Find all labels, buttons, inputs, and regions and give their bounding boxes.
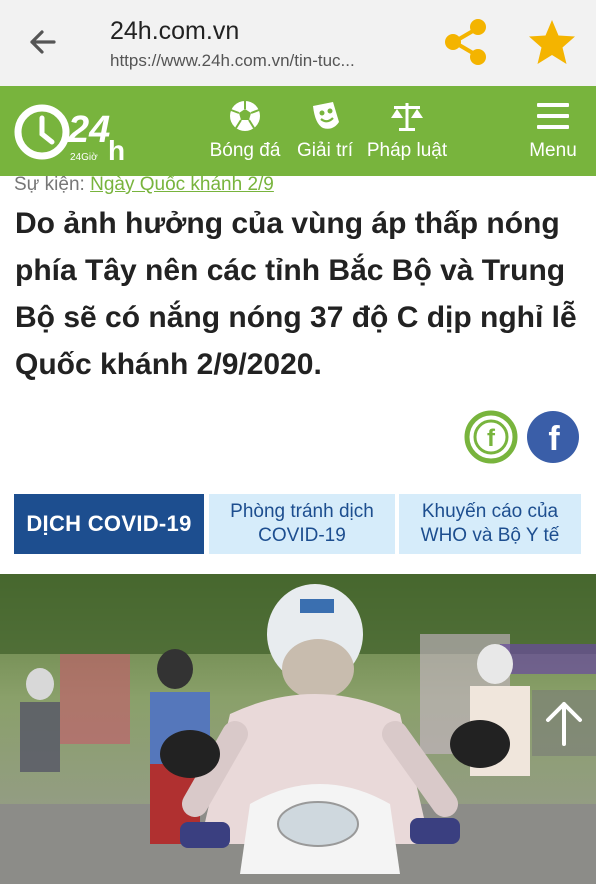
nav-entertainment[interactable]: Giải trí: [292, 98, 358, 162]
address-bar[interactable]: 24h.com.vn https://www.24h.com.vn/tin-tu…: [110, 16, 355, 74]
nav-law[interactable]: Pháp luật: [362, 98, 452, 162]
article-photo: [0, 574, 596, 884]
nav-entertainment-label: Giải trí: [297, 140, 353, 161]
covid-tab2-line2: WHO và Bộ Y tế: [420, 525, 560, 546]
entertainment-icon: [313, 102, 339, 129]
svg-text:h: h: [108, 135, 125, 166]
covid-main-label: DỊCH COVID-19: [26, 511, 192, 536]
browser-toolbar: 24h.com.vn https://www.24h.com.vn/tin-tu…: [0, 0, 596, 86]
nav-law-label: Pháp luật: [366, 140, 448, 161]
facebook-icon[interactable]: f: [526, 410, 580, 464]
url-full: https://www.24h.com.vn/tin-tuc...: [110, 51, 355, 70]
covid-tab2-line1: Khuyến cáo của: [421, 501, 559, 522]
svg-text:f: f: [548, 420, 560, 458]
covid-tab1-line1: Phòng tránh dịch: [230, 501, 374, 522]
share-24h-icon[interactable]: f: [464, 410, 518, 464]
nav-football[interactable]: Bóng đá: [206, 98, 284, 162]
football-icon: [230, 101, 260, 131]
event-link[interactable]: Ngày Quốc khánh 2/9: [90, 174, 274, 195]
event-label: Sự kiện:: [14, 174, 85, 195]
event-line: Sự kiện: Ngày Quốc khánh 2/9: [14, 174, 274, 196]
covid-main-banner[interactable]: DỊCH COVID-19: [14, 494, 204, 554]
nav-menu-label: Menu: [529, 140, 577, 161]
svg-text:f: f: [487, 425, 496, 452]
hamburger-icon: [537, 103, 569, 129]
share-icon[interactable]: [440, 16, 492, 68]
article-headline: Do ảnh hưởng của vùng áp thấp nóng phía …: [15, 207, 577, 381]
covid-who-tab[interactable]: Khuyến cáo của WHO và Bộ Y tế: [399, 494, 581, 554]
back-arrow-icon[interactable]: [24, 24, 60, 60]
scales-icon: [391, 103, 423, 131]
site-header: 24 h 24Giờ Bóng đá Giải trí Pháp luật Me…: [0, 86, 596, 176]
svg-text:24: 24: [67, 109, 110, 151]
star-icon[interactable]: [526, 17, 578, 69]
covid-tab1-line2: COVID-19: [258, 525, 346, 546]
covid-prevention-tab[interactable]: Phòng tránh dịch COVID-19: [209, 494, 395, 554]
svg-text:24Giờ: 24Giờ: [70, 152, 98, 163]
nav-football-label: Bóng đá: [209, 140, 281, 161]
url-domain: 24h.com.vn: [110, 17, 240, 45]
24h-logo[interactable]: 24 h 24Giờ: [12, 94, 128, 168]
arrow-up-icon[interactable]: [532, 690, 596, 756]
nav-menu[interactable]: Menu: [522, 98, 584, 162]
